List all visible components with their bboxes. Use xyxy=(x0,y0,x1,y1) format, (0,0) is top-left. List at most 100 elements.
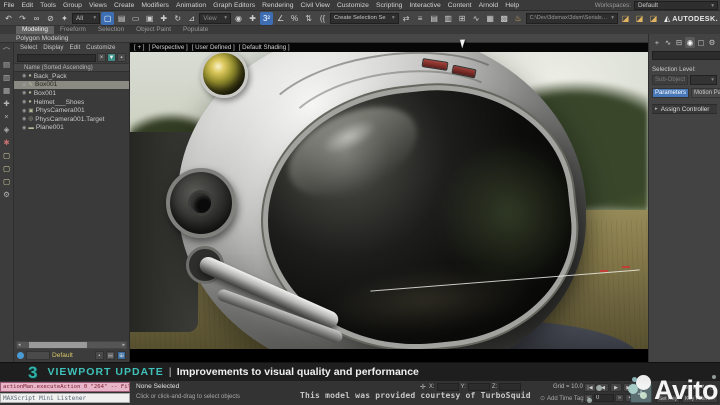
x-coordinate-field[interactable] xyxy=(437,383,459,391)
menu-item[interactable]: Create xyxy=(110,0,137,11)
viewport-label[interactable]: [ Default Shading ] xyxy=(239,44,290,51)
select-and-scale-icon[interactable]: ⊿ xyxy=(185,12,198,25)
undo-icon[interactable]: ↶ xyxy=(2,12,15,25)
utilities-tab-icon[interactable]: ⚙ xyxy=(707,37,717,48)
scene-object-back-pack[interactable]: ◉●Back_Pack xyxy=(14,72,129,81)
close-layout-icon[interactable]: × xyxy=(1,110,13,122)
viewport-label[interactable]: [ User Defined ] xyxy=(192,44,235,51)
explorer-menu-item[interactable]: Select xyxy=(18,44,39,51)
hierarchy-tab-icon[interactable]: ⊟ xyxy=(674,37,684,48)
reference-coordinate-dropdown[interactable]: View xyxy=(199,13,231,24)
arc-rotate-icon[interactable]: ⌒ xyxy=(1,45,13,57)
align-icon[interactable]: ≡ xyxy=(414,12,427,25)
isolate-selection-icon[interactable]: ◈ xyxy=(1,123,13,135)
swatch-icon-1[interactable]: ▢ xyxy=(1,149,13,161)
add-time-tag[interactable]: ⊙Add Time Tag xyxy=(540,395,584,402)
swatch-icon-2[interactable]: ▢ xyxy=(1,162,13,174)
y-coordinate-field[interactable] xyxy=(468,383,490,391)
menu-item[interactable]: Scripting xyxy=(372,0,405,11)
redo-icon[interactable]: ↷ xyxy=(16,12,29,25)
scene-object-plane001[interactable]: ◉▬Plane001 xyxy=(14,124,129,133)
perspective-viewport[interactable]: [ + ][ Perspective ][ User Defined ][ De… xyxy=(130,43,648,362)
menu-item[interactable]: Content xyxy=(444,0,475,11)
add-layout-tab-icon[interactable]: ✚ xyxy=(1,97,13,109)
selection-set-pin-icon[interactable]: ⊞ xyxy=(117,351,126,360)
create-tab-icon[interactable]: + xyxy=(652,37,662,48)
ribbon-tab[interactable]: Object Paint xyxy=(130,26,177,34)
current-frame-field[interactable] xyxy=(594,394,614,402)
viewport-label[interactable]: [ + ] xyxy=(134,44,145,51)
frame-forward-button[interactable]: » xyxy=(615,394,624,402)
select-and-manipulate-icon[interactable]: ✚ xyxy=(246,12,259,25)
project-path-dropdown[interactable]: C:\Dev\3dsmax\3dsm\Serials\HqRelease xyxy=(526,13,618,24)
workspaces-dropdown[interactable]: Default xyxy=(634,1,718,10)
polygon-modeling-tab[interactable]: Polygon Modeling xyxy=(16,35,68,42)
z-coordinate-field[interactable] xyxy=(499,383,521,391)
assign-controller-rollout[interactable]: ▸ Assign Controller xyxy=(652,104,717,114)
ribbon-tab[interactable]: Modeling xyxy=(16,26,54,34)
named-selection-set-field[interactable]: Create Selection Se xyxy=(330,13,399,24)
visibility-icon[interactable]: ◉ xyxy=(22,82,26,88)
orbit-icon[interactable]: ↻ xyxy=(700,383,708,392)
curve-editor-icon[interactable]: ∿ xyxy=(470,12,483,25)
spinner-snap-icon[interactable]: ⇅ xyxy=(302,12,315,25)
select-by-name-icon[interactable]: ▤ xyxy=(115,12,128,25)
visibility-icon[interactable]: ◉ xyxy=(22,116,26,122)
go-to-start-button[interactable]: |◀ xyxy=(584,383,596,392)
use-pivot-center-icon[interactable]: ◉ xyxy=(232,12,245,25)
snaps-toggle-icon[interactable]: 3² xyxy=(260,12,273,25)
viewport-layout-icon-3[interactable]: ▦ xyxy=(1,84,13,96)
menu-item[interactable]: Animation xyxy=(172,0,209,11)
selection-set-button[interactable] xyxy=(26,351,50,360)
burst-icon[interactable]: ✱ xyxy=(1,136,13,148)
motion-tab-icon[interactable]: ◉ xyxy=(685,37,695,48)
menu-item[interactable]: Edit xyxy=(18,0,37,11)
select-and-link-icon[interactable]: ∞ xyxy=(30,12,43,25)
maxscript-command-line[interactable]: actionMan.executeAction 0 "264" -- File:… xyxy=(0,382,130,392)
scrollbar-thumb[interactable] xyxy=(29,342,87,348)
sub-object-button[interactable]: Sub-Object xyxy=(652,75,688,85)
visibility-icon[interactable]: ◉ xyxy=(22,90,26,96)
viewport-layout-icon-1[interactable]: ▤ xyxy=(1,58,13,70)
set-key-plus-button[interactable]: + xyxy=(630,383,652,403)
select-object-icon[interactable]: ▢ xyxy=(101,12,114,25)
menu-item[interactable]: Tools xyxy=(37,0,60,11)
swatch-icon-3[interactable]: ▢ xyxy=(1,175,13,187)
scene-object-helmet[interactable]: ◉●Helmet___Shoes xyxy=(14,98,129,107)
render-iterative-icon[interactable]: ◪ xyxy=(647,12,660,25)
scene-object-physcamera001[interactable]: ◉▣PhysCamera001 xyxy=(14,106,129,115)
scene-object-box001[interactable]: ◉●Box001 xyxy=(14,89,129,98)
parameters-button[interactable]: Parameters xyxy=(652,88,689,98)
settings-icon[interactable]: ⚙ xyxy=(1,188,13,200)
menu-item[interactable]: Group xyxy=(60,0,86,11)
render-production-icon[interactable]: ◪ xyxy=(633,12,646,25)
menu-item[interactable]: File xyxy=(0,0,18,11)
ribbon-tab[interactable]: Populate xyxy=(177,26,214,34)
ribbon-toggle-icon[interactable]: ⊞ xyxy=(456,12,469,25)
menu-item[interactable]: Graph Editors xyxy=(210,0,259,11)
explorer-sort-header[interactable]: Name (Sorted Ascending) xyxy=(14,63,129,72)
menu-item[interactable]: Views xyxy=(85,0,110,11)
visibility-icon[interactable]: ◉ xyxy=(22,73,26,79)
sub-object-level-dropdown[interactable] xyxy=(690,75,717,85)
layer-manager-icon[interactable]: ▤ xyxy=(428,12,441,25)
schematic-view-icon[interactable]: ▦ xyxy=(484,12,497,25)
scene-object-box001-editing[interactable]: ◉✎Box001 xyxy=(14,81,129,90)
select-and-move-icon[interactable]: ✚ xyxy=(157,12,170,25)
explorer-menu-item[interactable]: Customize xyxy=(84,44,117,51)
menu-item[interactable]: Customize xyxy=(333,0,372,11)
set-key-button[interactable]: Set Key xyxy=(656,394,680,403)
zoom-extents-icon[interactable]: ⊞ xyxy=(691,383,699,392)
zoom-icon[interactable]: ⊕ xyxy=(682,383,690,392)
explorer-search-input[interactable] xyxy=(17,54,96,62)
viewport-layout-icon-2[interactable]: ▥ xyxy=(1,71,13,83)
menu-item[interactable]: Help xyxy=(502,0,523,11)
select-and-rotate-icon[interactable]: ↻ xyxy=(171,12,184,25)
rectangular-selection-region-icon[interactable]: ▭ xyxy=(129,12,142,25)
display-tab-icon[interactable]: ▢ xyxy=(696,37,706,48)
angle-snap-icon[interactable]: ∠ xyxy=(274,12,287,25)
percent-snap-icon[interactable]: % xyxy=(288,12,301,25)
maxscript-mini-listener[interactable]: MAXScript Mini Listener xyxy=(0,393,130,403)
menu-item[interactable]: Interactive xyxy=(406,0,444,11)
absolute-mode-icon[interactable]: ✛ xyxy=(420,383,426,391)
